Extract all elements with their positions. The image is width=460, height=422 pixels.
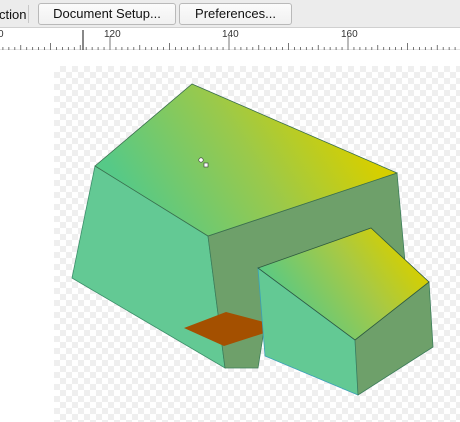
document-setup-button[interactable]: Document Setup... bbox=[38, 3, 176, 25]
toolbar: ction Document Setup... Preferences... bbox=[0, 0, 460, 28]
canvas-area[interactable] bbox=[0, 50, 460, 422]
horizontal-ruler[interactable]: 0 120 140 160 bbox=[0, 28, 460, 50]
toolbar-separator bbox=[28, 5, 29, 23]
toolbar-clipped-label: ction bbox=[0, 7, 27, 22]
preferences-button[interactable]: Preferences... bbox=[179, 3, 292, 25]
ruler-label-160: 160 bbox=[341, 29, 358, 40]
ruler-label-140: 140 bbox=[222, 29, 239, 40]
building-model[interactable] bbox=[0, 50, 460, 422]
ruler-label-0: 0 bbox=[0, 29, 4, 40]
ruler-label-120: 120 bbox=[104, 29, 121, 40]
